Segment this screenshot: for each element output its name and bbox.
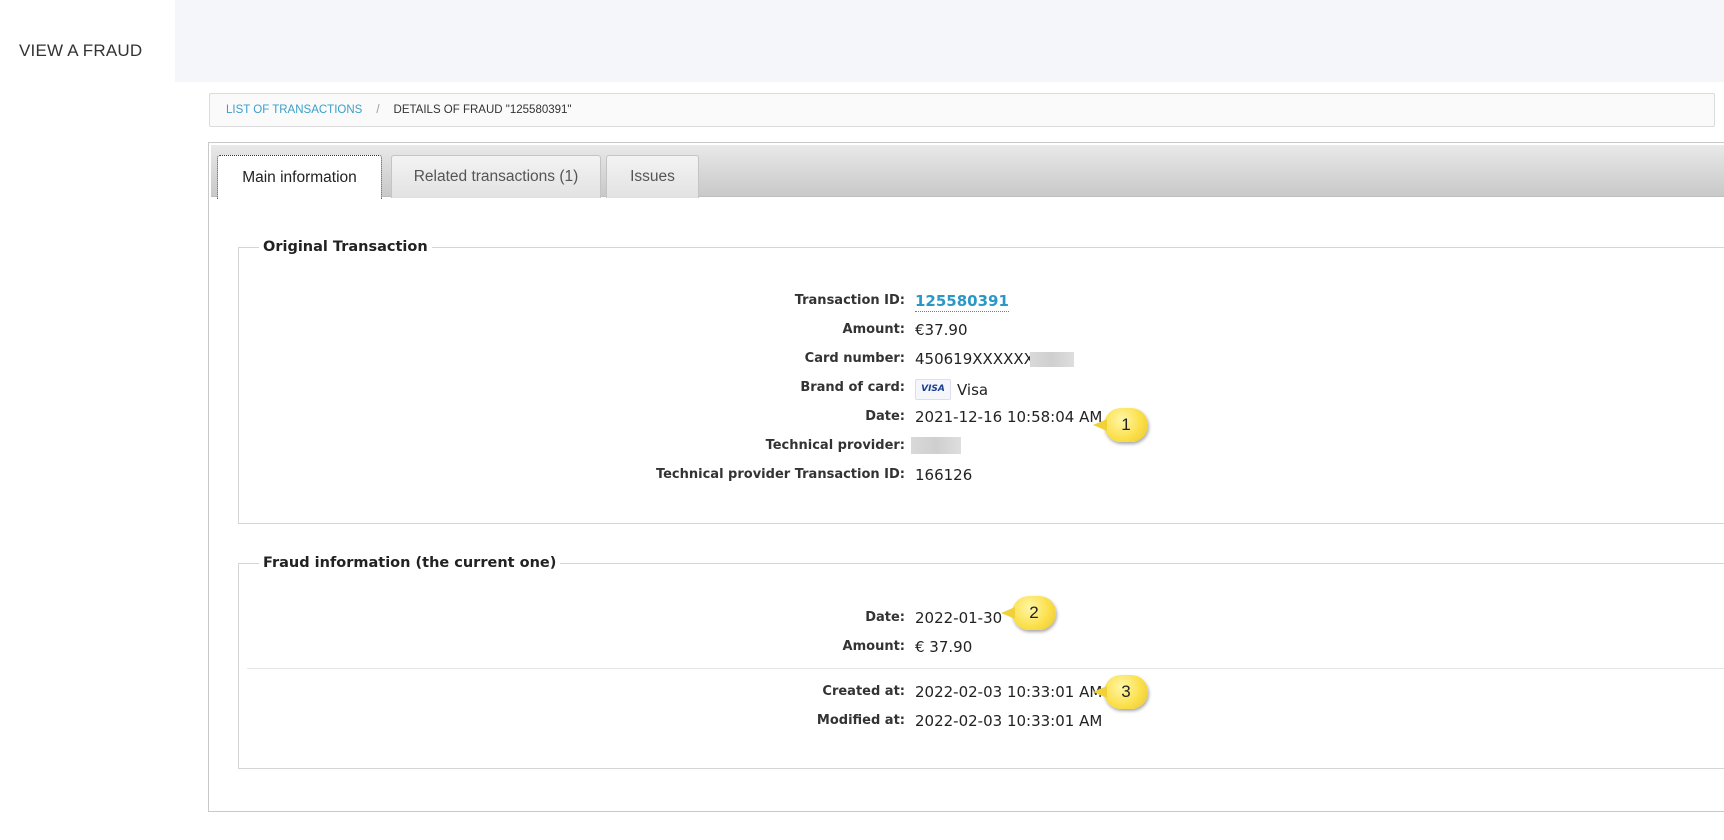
technical-provider-redaction bbox=[911, 437, 961, 454]
breadcrumb-separator: / bbox=[376, 104, 380, 116]
original-transaction-legend: Original Transaction bbox=[263, 239, 428, 255]
date-label: Date: bbox=[865, 409, 905, 424]
date-value: 2021-12-16 10:58:04 AM bbox=[915, 408, 1103, 426]
card-number-row: Card number: 450619XXXXXX bbox=[239, 347, 1724, 375]
transaction-id-row: Transaction ID: 125580391 bbox=[239, 289, 1724, 317]
modified-at-value: 2022-02-03 10:33:01 AM bbox=[915, 712, 1103, 730]
card-number-label: Card number: bbox=[804, 351, 905, 366]
breadcrumb: LIST OF TRANSACTIONS / DETAILS OF FRAUD … bbox=[209, 93, 1715, 127]
fraud-date-label: Date: bbox=[865, 610, 905, 625]
original-transaction-section: Original Transaction Transaction ID: 125… bbox=[238, 239, 1724, 524]
visa-card-icon: VISA bbox=[915, 379, 951, 400]
modified-at-row: Modified at: 2022-02-03 10:33:01 AM bbox=[239, 709, 1724, 737]
technical-provider-txn-label: Technical provider Transaction ID: bbox=[655, 467, 905, 482]
tab-related-transactions[interactable]: Related transactions (1) bbox=[391, 155, 601, 198]
created-at-value: 2022-02-03 10:33:01 AM bbox=[915, 683, 1103, 701]
amount-row: Amount: €37.90 bbox=[239, 318, 1724, 346]
transaction-id-link[interactable]: 125580391 bbox=[915, 292, 1009, 312]
brand-value-wrap: VISA Visa bbox=[915, 379, 988, 400]
tab-main-information[interactable]: Main information bbox=[217, 155, 382, 199]
fraud-date-row: Date: 2022-01-30 bbox=[239, 606, 1724, 634]
brand-value: Visa bbox=[957, 380, 989, 399]
brand-label: Brand of card: bbox=[800, 380, 905, 395]
transaction-id-value-wrap: 125580391 bbox=[915, 292, 1009, 312]
created-at-row: Created at: 2022-02-03 10:33:01 AM bbox=[239, 680, 1724, 708]
amount-value: €37.90 bbox=[915, 321, 968, 339]
page-title: VIEW A FRAUD bbox=[0, 20, 175, 82]
tab-issues[interactable]: Issues bbox=[606, 155, 699, 198]
technical-provider-txn-value: 166126 bbox=[915, 466, 973, 484]
top-bar bbox=[175, 0, 1724, 82]
fraud-details-panel: Main information Related transactions (1… bbox=[208, 142, 1724, 812]
card-number-value-wrap: 450619XXXXXX bbox=[915, 350, 1074, 368]
tab-bar: Main information Related transactions (1… bbox=[211, 145, 1724, 199]
callout-3: 3 bbox=[1093, 675, 1148, 709]
card-number-value: 450619XXXXXX bbox=[915, 350, 1034, 368]
brand-row: Brand of card: VISA Visa bbox=[239, 376, 1724, 404]
section-divider bbox=[247, 668, 1724, 669]
technical-provider-txn-row: Technical provider Transaction ID: 16612… bbox=[239, 463, 1724, 491]
modified-at-label: Modified at: bbox=[816, 713, 905, 728]
callout-1: 1 bbox=[1093, 408, 1148, 442]
fraud-information-legend: Fraud information (the current one) bbox=[263, 555, 557, 571]
callout-2: 2 bbox=[1001, 596, 1056, 630]
technical-provider-label: Technical provider: bbox=[765, 438, 905, 453]
created-at-label: Created at: bbox=[822, 684, 905, 699]
fraud-amount-row: Amount: € 37.90 bbox=[239, 635, 1724, 663]
fraud-amount-value: € 37.90 bbox=[915, 638, 973, 656]
technical-provider-value-wrap bbox=[911, 437, 961, 454]
breadcrumb-current: DETAILS OF FRAUD "125580391" bbox=[393, 104, 572, 116]
technical-provider-row: Technical provider: bbox=[239, 434, 1724, 462]
card-number-redaction bbox=[1029, 351, 1074, 367]
amount-label: Amount: bbox=[842, 322, 905, 337]
breadcrumb-list-of-transactions-link[interactable]: LIST OF TRANSACTIONS bbox=[226, 104, 362, 116]
fraud-information-section: Fraud information (the current one) Date… bbox=[238, 555, 1724, 769]
date-row: Date: 2021-12-16 10:58:04 AM bbox=[239, 405, 1724, 433]
fraud-date-value: 2022-01-30 bbox=[915, 609, 1003, 627]
fraud-amount-label: Amount: bbox=[842, 639, 905, 654]
transaction-id-label: Transaction ID: bbox=[794, 293, 905, 308]
